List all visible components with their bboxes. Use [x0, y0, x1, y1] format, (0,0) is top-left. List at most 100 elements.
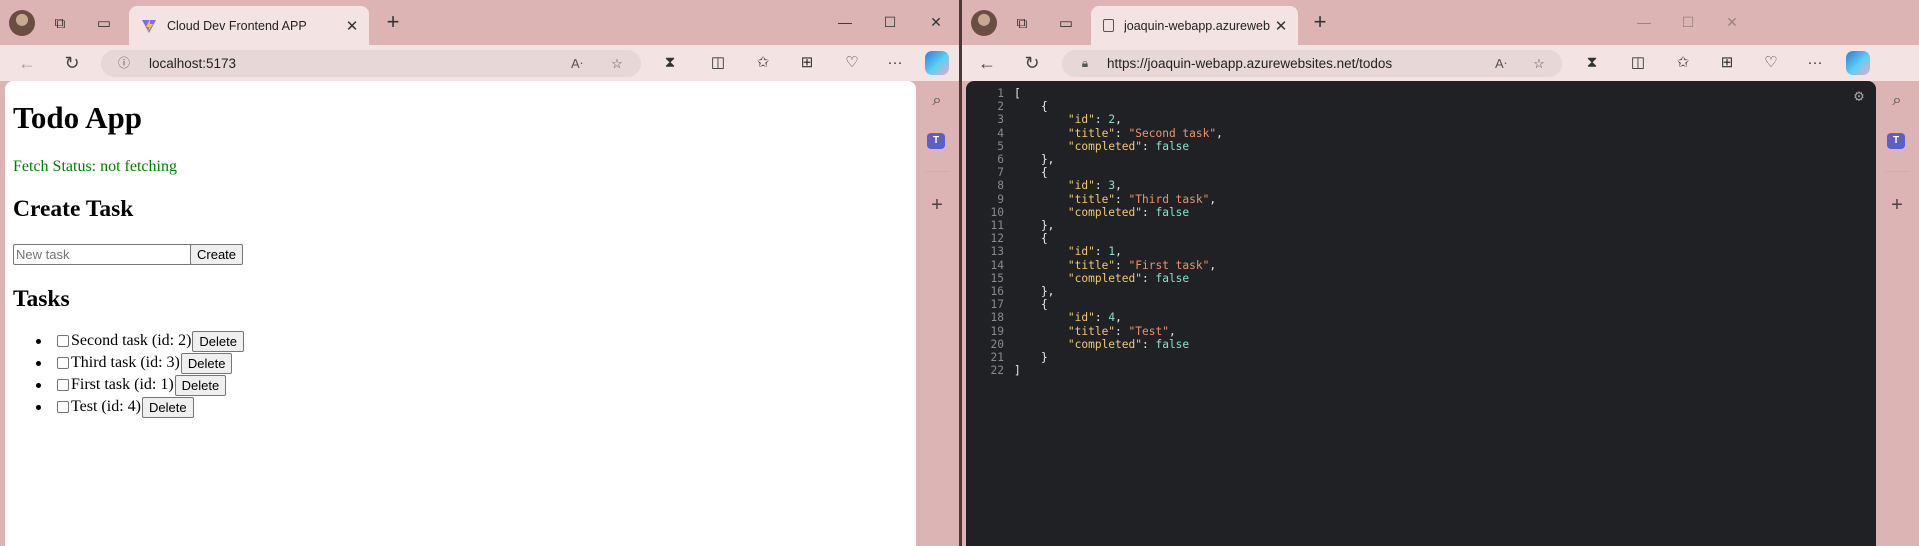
copilot-icon[interactable] — [925, 51, 949, 75]
back-icon[interactable]: ← — [975, 52, 999, 74]
teams-icon[interactable]: T — [927, 133, 945, 149]
maximize-icon[interactable]: ☐ — [875, 10, 905, 34]
json-line: 11 }, — [966, 219, 1055, 232]
json-line: 16 }, — [966, 285, 1055, 298]
json-token: , — [1209, 192, 1217, 206]
json-token: "title" — [1067, 324, 1116, 338]
json-token: [ — [1014, 87, 1021, 100]
tab-close-icon[interactable]: ✕ — [341, 17, 363, 35]
read-aloud-icon[interactable]: Aᐧ — [1492, 55, 1510, 73]
address-text[interactable]: localhost:5173 — [149, 56, 236, 71]
split-screen-icon[interactable]: ◫ — [706, 52, 730, 74]
refresh-icon[interactable]: ↻ — [1020, 52, 1044, 74]
browser-toolbar: ← ↻ 🔒︎ https://joaquin-webapp.azurewebsi… — [962, 45, 1919, 81]
workspaces-icon[interactable]: ⧉ — [49, 12, 71, 34]
favorites-icon[interactable]: ✩ — [1671, 52, 1695, 74]
json-line: 10 "completed": false — [966, 205, 1190, 219]
more-icon[interactable]: ··· — [1803, 52, 1827, 74]
address-text[interactable]: https://joaquin-webapp.azurewebsites.net… — [1107, 56, 1392, 71]
json-token: "completed" — [1067, 205, 1142, 219]
json-line: 19 "title": "Test", — [966, 325, 1176, 338]
delete-button[interactable]: Delete — [180, 352, 233, 374]
new-tab-button[interactable]: + — [1308, 11, 1332, 35]
json-code: [ — [1014, 87, 1021, 100]
favorites-icon[interactable]: ✩ — [751, 52, 775, 74]
search-icon[interactable]: ⌕ — [925, 89, 949, 113]
site-info-icon[interactable]: ⓘ — [117, 56, 131, 70]
profile-avatar[interactable] — [9, 10, 35, 36]
profile-avatar[interactable] — [971, 10, 997, 36]
favorite-star-icon[interactable]: ☆ — [1530, 55, 1548, 73]
gear-icon[interactable]: ⚙ — [1850, 87, 1868, 105]
lock-icon[interactable]: 🔒︎ — [1078, 56, 1092, 70]
new-tab-button[interactable]: + — [381, 11, 405, 35]
copilot-icon[interactable] — [1846, 51, 1870, 75]
collections-icon[interactable]: ⊞ — [1715, 52, 1739, 74]
json-token: "id" — [1067, 311, 1095, 325]
task-checkbox[interactable] — [57, 379, 69, 391]
split-screen-icon[interactable]: ◫ — [1626, 52, 1650, 74]
json-line: 9 "title": "Third task", — [966, 193, 1216, 206]
close-icon[interactable]: ✕ — [921, 10, 951, 34]
minimize-icon[interactable]: — — [1629, 10, 1659, 34]
read-aloud-icon[interactable]: Aᐧ — [568, 55, 586, 73]
delete-button[interactable]: Delete — [141, 396, 194, 418]
delete-button[interactable]: Delete — [192, 330, 244, 352]
browser-window-right: ⧉ ▭ joaquin-webapp.azurewebsites.net ✕ +… — [962, 0, 1919, 546]
maximize-icon[interactable]: ☐ — [1673, 10, 1703, 34]
json-line: 21 } — [966, 351, 1048, 364]
create-button[interactable]: Create — [190, 244, 244, 265]
teams-icon[interactable]: T — [1887, 133, 1905, 149]
vertical-tabs-icon[interactable]: ▭ — [93, 12, 115, 34]
line-number: 6 — [997, 153, 1004, 166]
task-checkbox[interactable] — [57, 357, 69, 369]
json-line: 6 }, — [966, 153, 1054, 166]
line-number: 17 — [990, 298, 1004, 312]
delete-button[interactable]: Delete — [174, 374, 227, 396]
workspaces-icon[interactable]: ⧉ — [1011, 12, 1033, 34]
tab-cloud-dev-frontend[interactable]: Cloud Dev Frontend APP ✕ — [129, 6, 369, 45]
new-task-input[interactable] — [13, 244, 192, 265]
task-checkbox[interactable] — [57, 401, 69, 413]
json-token: false — [1155, 337, 1190, 351]
browser-essentials-icon[interactable]: ♡ — [1759, 52, 1783, 74]
json-token: , — [1115, 179, 1122, 193]
json-token: : — [1141, 337, 1156, 351]
tab-close-icon[interactable]: ✕ — [1270, 17, 1292, 35]
minimize-icon[interactable]: — — [830, 10, 860, 34]
line-number: 18 — [990, 311, 1004, 325]
task-item: Third task (id: 3) Delete — [36, 352, 244, 374]
json-token: } — [1014, 351, 1048, 364]
add-icon[interactable]: + — [1885, 193, 1909, 217]
refresh-icon[interactable]: ↻ — [60, 52, 84, 74]
address-bar[interactable]: 🔒︎ https://joaquin-webapp.azurewebsites.… — [1062, 50, 1562, 77]
browser-window-left: ⧉ ▭ Cloud Dev Frontend APP ✕ + — ☐ ✕ ← ↻… — [0, 0, 959, 546]
more-icon[interactable]: ··· — [883, 52, 907, 74]
line-number: 8 — [997, 179, 1004, 193]
edge-sidebar: ⌕ T + — [1875, 81, 1919, 546]
collections-icon[interactable]: ⊞ — [795, 52, 819, 74]
vite-favicon-icon — [142, 18, 156, 33]
json-token: "title" — [1067, 126, 1116, 140]
line-number: 15 — [990, 271, 1004, 285]
json-token: : — [1094, 311, 1109, 325]
favorite-star-icon[interactable]: ☆ — [608, 55, 626, 73]
task-label: First task (id: 1) — [71, 376, 174, 393]
address-bar[interactable]: ⓘ localhost:5173 Aᐧ ☆ — [101, 50, 641, 77]
browser-essentials-icon[interactable]: ♡ — [840, 52, 864, 74]
task-label: Test (id: 4) — [71, 398, 141, 415]
line-number: 1 — [997, 87, 1004, 100]
task-checkbox[interactable] — [57, 335, 69, 347]
vertical-tabs-icon[interactable]: ▭ — [1055, 12, 1077, 34]
line-number: 20 — [990, 337, 1004, 351]
add-icon[interactable]: + — [925, 193, 949, 217]
json-line: 17 { — [966, 298, 1048, 311]
extensions-icon[interactable]: ⧗ — [1580, 52, 1604, 74]
back-icon[interactable]: ← — [15, 52, 39, 74]
close-icon[interactable]: ✕ — [1717, 10, 1747, 34]
search-icon[interactable]: ⌕ — [1885, 89, 1909, 113]
extensions-icon[interactable]: ⧗ — [658, 52, 682, 74]
tab-joaquin-webapp[interactable]: joaquin-webapp.azurewebsites.net ✕ — [1091, 6, 1298, 45]
